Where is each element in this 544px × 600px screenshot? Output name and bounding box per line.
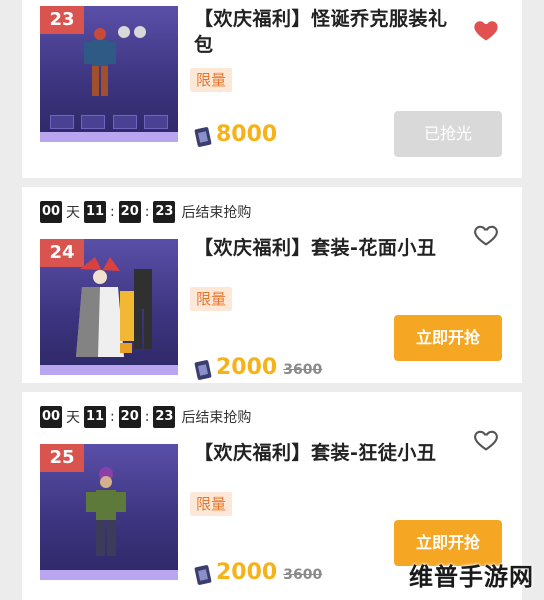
limited-tag: 限量 bbox=[190, 287, 232, 311]
thumb-footer bbox=[40, 132, 178, 142]
product-image[interactable]: 25 bbox=[40, 444, 178, 580]
timer-minutes: 20 bbox=[118, 406, 141, 428]
timer-colon: : bbox=[110, 204, 115, 220]
product-title: 【欢庆福利】套装-花面小丑 bbox=[194, 237, 437, 259]
product-image[interactable]: 24 bbox=[40, 239, 178, 375]
item-strip bbox=[40, 112, 178, 132]
character-figure-icon bbox=[76, 257, 152, 357]
product-card-24[interactable]: 00 天 11 : 20 : 23 后结束抢购 24 【欢庆福利】套装-花面小丑… bbox=[22, 187, 522, 383]
timer-day-unit: 天 bbox=[66, 205, 80, 221]
price: 2000 bbox=[216, 355, 278, 380]
item-slot bbox=[112, 115, 137, 129]
price: 2000 bbox=[216, 560, 278, 585]
timer-hours: 11 bbox=[84, 201, 106, 223]
sold-out-button[interactable]: 已抢光 bbox=[394, 111, 502, 157]
countdown-timer: 00 天 11 : 20 : 23 后结束抢购 bbox=[40, 406, 251, 428]
original-price: 3600 bbox=[283, 567, 323, 583]
timer-minutes: 20 bbox=[118, 201, 141, 223]
diamond-coin-icon bbox=[194, 565, 212, 585]
timer-colon: : bbox=[110, 409, 115, 425]
countdown-timer: 00 天 11 : 20 : 23 后结束抢购 bbox=[40, 201, 251, 223]
item-slot bbox=[144, 115, 169, 129]
price-row: 2000 3600 bbox=[194, 353, 322, 381]
product-image[interactable]: 23 bbox=[40, 6, 178, 142]
thumb-footer bbox=[40, 365, 178, 375]
item-slot bbox=[81, 115, 106, 129]
character-figure-icon bbox=[86, 467, 126, 556]
timer-seconds: 23 bbox=[153, 201, 176, 223]
price: 8000 bbox=[216, 122, 278, 147]
timer-seconds: 23 bbox=[153, 406, 176, 428]
timer-hours: 11 bbox=[84, 406, 106, 428]
timer-colon: : bbox=[144, 409, 150, 425]
timer-suffix: 后结束抢购 bbox=[181, 410, 252, 426]
watermark: 维普手游网 bbox=[409, 563, 534, 591]
timer-days: 00 bbox=[40, 201, 62, 223]
heart-outline-icon[interactable] bbox=[472, 426, 500, 454]
limited-tag: 限量 bbox=[190, 492, 232, 516]
diamond-coin-icon bbox=[194, 127, 212, 147]
timer-colon: : bbox=[144, 204, 150, 220]
timer-days: 00 bbox=[40, 406, 62, 428]
buy-now-button[interactable]: 立即开抢 bbox=[394, 315, 502, 361]
product-card-23[interactable]: 23 【欢庆福利】怪诞乔克服装礼包 限量 8000 已抢光 bbox=[22, 0, 522, 178]
original-price: 3600 bbox=[283, 362, 323, 378]
product-title: 【欢庆福利】套装-狂徒小丑 bbox=[194, 442, 437, 464]
heart-outline-icon[interactable] bbox=[472, 221, 500, 249]
thumb-footer bbox=[40, 570, 178, 580]
product-title: 【欢庆福利】怪诞乔克服装礼包 bbox=[194, 8, 448, 56]
price-row: 8000 bbox=[194, 120, 277, 148]
timer-suffix: 后结束抢购 bbox=[181, 205, 252, 221]
price-row: 2000 3600 bbox=[194, 558, 322, 586]
heart-filled-icon[interactable] bbox=[472, 16, 500, 44]
diamond-coin-icon bbox=[194, 360, 212, 380]
limited-tag: 限量 bbox=[190, 68, 232, 92]
item-slot bbox=[49, 115, 74, 129]
timer-day-unit: 天 bbox=[66, 410, 80, 426]
